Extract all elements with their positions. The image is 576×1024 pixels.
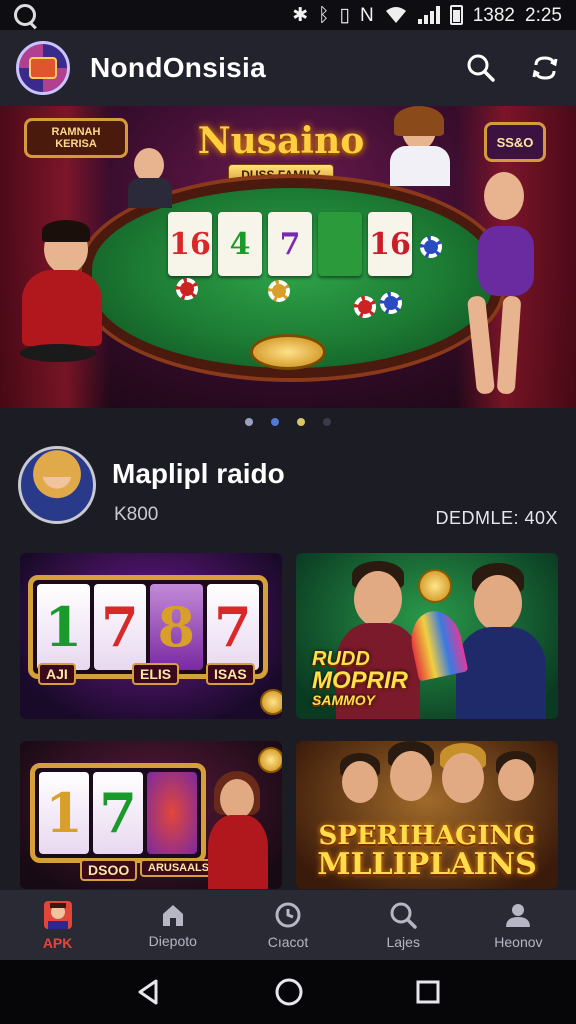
- nav-label: Heonov: [494, 934, 543, 950]
- sync-button[interactable]: [530, 53, 560, 83]
- hero-right-sign: SS&O: [484, 122, 546, 162]
- app-bar: NondOnsisia: [0, 30, 576, 106]
- wifi-icon: [385, 7, 406, 23]
- card-row: 16 4 7 16: [168, 212, 412, 276]
- system-navigation-bar: [0, 960, 576, 1024]
- bottom-navigation: APK Diepoto Cıacot Lajes Heonov: [0, 890, 576, 960]
- hero-banner[interactable]: RAMNAH KERISA SS&O Nusaino DUSS FAMILY 1…: [0, 106, 576, 408]
- nav-item-lajes[interactable]: Lajes: [346, 890, 461, 960]
- hero-title-block: Nusaino DUSS FAMILY: [176, 120, 386, 186]
- home-circle-icon[interactable]: [273, 976, 305, 1008]
- nfc-icon: N: [360, 4, 374, 26]
- clock-icon: [275, 902, 301, 928]
- battery-icon: [449, 5, 463, 25]
- avatar-icon: [43, 901, 72, 929]
- gold-coin: [418, 569, 452, 603]
- gold-coin: [260, 689, 282, 715]
- hero-left-sign: RAMNAH KERISA: [24, 118, 128, 158]
- nav-item-diepoto[interactable]: Diepoto: [115, 890, 230, 960]
- poker-chip: [420, 236, 442, 258]
- slot-reel: 1: [39, 772, 89, 854]
- bluetooth-icon-2: ᛒ: [318, 4, 330, 26]
- app-notification-icon: [14, 4, 36, 26]
- carousel-dot-active[interactable]: [271, 418, 279, 426]
- poker-chip: [354, 296, 376, 318]
- nav-item-heonov[interactable]: Heonov: [461, 890, 576, 960]
- slot-reel: 8: [150, 584, 203, 670]
- playing-card: 16: [368, 212, 412, 276]
- carousel-dot[interactable]: [245, 418, 253, 426]
- carousel-dot[interactable]: [323, 418, 331, 426]
- clock-time: 2:25: [525, 4, 562, 26]
- playing-card: 4: [218, 212, 262, 276]
- signal-icon: [417, 6, 440, 24]
- slot-reel: 1: [37, 584, 90, 670]
- bluetooth-icon: ✱: [292, 4, 309, 26]
- nav-item-apk[interactable]: APK: [0, 890, 115, 960]
- slot-plate: AJI: [38, 663, 76, 685]
- slot-plate: ISAS: [206, 663, 255, 685]
- nav-label: Lajes: [386, 934, 420, 950]
- poker-chip: [268, 280, 290, 302]
- home-icon: [162, 905, 183, 926]
- nav-label: Cıacot: [267, 934, 309, 950]
- status-bar: ✱ ᛒ ▯ N 1382 2:25: [0, 0, 576, 30]
- search-button[interactable]: [466, 53, 496, 83]
- profile-multiplier: DEDMLE: 40X: [435, 508, 558, 528]
- game-tile-slots-purple[interactable]: 1 7 8 7 AJI ELIS ISAS: [20, 553, 282, 719]
- slot-plate: ELIS: [132, 663, 180, 685]
- poker-chip: [380, 292, 402, 314]
- tile-text: RUDD MOPRIR SAMMOY: [312, 648, 408, 708]
- carousel-indicator[interactable]: [0, 412, 576, 432]
- back-icon[interactable]: [134, 977, 164, 1007]
- avatar[interactable]: [18, 446, 96, 524]
- slot-plate: DSOO: [80, 859, 138, 881]
- game-tile-group-men[interactable]: SPERIHAGING MLLIPLAINS: [296, 741, 558, 889]
- slot-reel: 7: [206, 584, 259, 670]
- app-title: NondOnsisia: [90, 52, 266, 83]
- app-logo[interactable]: [16, 41, 70, 95]
- search-icon: [467, 54, 495, 82]
- sync-icon: [532, 56, 558, 80]
- nav-item-cıacot[interactable]: Cıacot: [230, 890, 345, 960]
- slot-plate: ARUSAALS: [140, 859, 218, 877]
- nav-label: APK: [42, 935, 73, 951]
- profile-name: Mаplipl raido: [112, 458, 285, 489]
- game-tile-men-cards[interactable]: RUDD MOPRIR SAMMOY: [296, 553, 558, 719]
- profile-balance: K800: [114, 504, 159, 525]
- carousel-dot[interactable]: [297, 418, 305, 426]
- slot-reel: 7: [93, 772, 143, 854]
- playing-card: 7: [268, 212, 312, 276]
- slot-reels: 1 7: [30, 763, 206, 863]
- slot-reel: [147, 772, 197, 854]
- tile-text: SPERIHAGING MLLIPLAINS: [317, 821, 537, 882]
- hero-title: Nusaino: [197, 120, 365, 162]
- playing-card: 16: [168, 212, 212, 276]
- nav-label: Diepoto: [148, 933, 197, 949]
- profile-section: Mаplipl raido K800 DEDMLE: 40X: [18, 446, 558, 528]
- poker-chip: [176, 278, 198, 300]
- vibrate-icon: ▯: [339, 4, 350, 26]
- playing-card: [318, 212, 362, 276]
- search-icon: [390, 902, 417, 929]
- table-emblem: [250, 334, 326, 370]
- gold-coin: [258, 747, 282, 773]
- person-icon: [506, 904, 531, 927]
- battery-text: 1382: [472, 4, 516, 26]
- slot-reel: 7: [93, 584, 146, 670]
- game-tile-slots-girl[interactable]: 1 7 DSOO ARUSAALS: [20, 741, 282, 889]
- recents-icon[interactable]: [414, 978, 442, 1006]
